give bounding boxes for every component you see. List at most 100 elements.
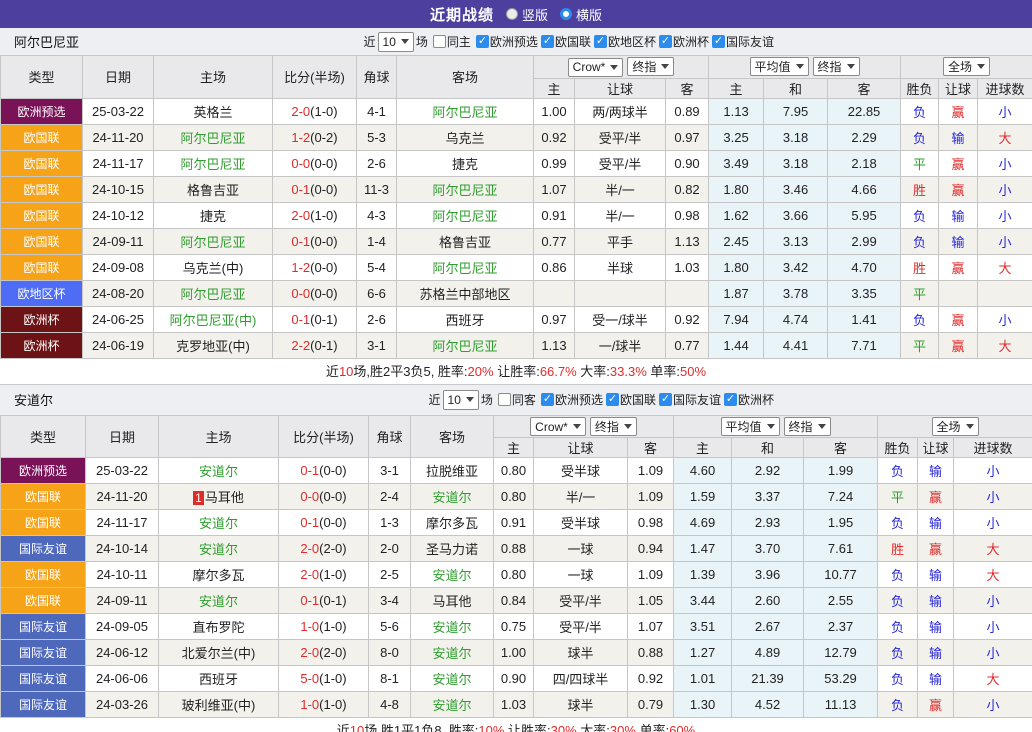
result-outcome: 负: [878, 614, 918, 640]
avg-source-select[interactable]: 平均值: [750, 57, 809, 76]
type-badge: 欧地区杯: [1, 280, 83, 306]
result-handicap: 输: [918, 510, 954, 536]
home-team-name: 玻利维亚(中): [182, 698, 256, 713]
odds-home: 1.07: [534, 176, 575, 202]
section-albania: 阿尔巴尼亚 近 10 场 同主 ✓欧洲预选✓欧国联✓欧地区杯✓欧洲杯✓国际友谊 …: [0, 28, 1032, 385]
avg-source-select[interactable]: 平均值: [721, 417, 780, 436]
result-handicap: [939, 280, 978, 306]
score: 0-0(0-0): [279, 484, 369, 510]
checkbox-checked-icon[interactable]: ✓: [606, 393, 619, 406]
checkbox-checked-icon[interactable]: ✓: [659, 393, 672, 406]
result-goals: 小: [954, 510, 1032, 536]
odds-stage-select[interactable]: 终指: [590, 417, 637, 436]
league-checkbox[interactable]: ✓欧国联: [606, 391, 656, 408]
type-badge: 国际友谊: [1, 640, 86, 666]
league-checkbox[interactable]: ✓欧洲杯: [724, 391, 774, 408]
odds-home: 0.80: [494, 484, 534, 510]
league-label[interactable]: 欧洲杯: [738, 391, 774, 408]
league-label[interactable]: 欧洲预选: [490, 33, 538, 50]
league-checkbox[interactable]: ✓国际友谊: [712, 33, 774, 50]
section-andorra: 安道尔 近 10 场 同客 ✓欧洲预选✓欧国联✓国际友谊✓欧洲杯 类型日期主场比…: [0, 385, 1032, 732]
checkbox-checked-icon[interactable]: ✓: [541, 393, 554, 406]
results-table: 类型日期主场比分(半场)角球客场Crow*终指平均值终指全场主让球客主和客胜负让…: [0, 415, 1032, 719]
avg-stage-select[interactable]: 终指: [813, 57, 860, 76]
league-checkbox[interactable]: ✓国际友谊: [659, 391, 721, 408]
odds-line: 球半: [534, 640, 628, 666]
avg-draw: 4.52: [732, 692, 804, 718]
halftime-score: (0-1): [319, 593, 346, 608]
type-badge: 欧国联: [1, 228, 83, 254]
halftime-score: (0-0): [319, 463, 346, 478]
radio-checked-icon[interactable]: [560, 8, 572, 20]
league-checkbox[interactable]: ✓欧洲杯: [659, 33, 709, 50]
corner-score: 1-4: [357, 228, 397, 254]
odds-away: 0.90: [666, 150, 709, 176]
league-label[interactable]: 欧洲预选: [555, 391, 603, 408]
league-label[interactable]: 欧国联: [620, 391, 656, 408]
layout-radio-vertical[interactable]: 竖版: [506, 5, 548, 24]
league-label[interactable]: 欧地区杯: [608, 33, 656, 50]
odds-home: 0.99: [534, 150, 575, 176]
radio-horizontal-label[interactable]: 横版: [576, 5, 602, 24]
odds-source-select[interactable]: Crow*: [568, 58, 624, 77]
corner-score: 1-3: [369, 510, 411, 536]
type-badge: 欧国联: [1, 562, 86, 588]
league-checkbox[interactable]: ✓欧洲预选: [476, 33, 538, 50]
avg-group-header: 平均值 终指: [674, 415, 878, 438]
fulltime-group-header: 全场: [901, 56, 1032, 79]
league-checkbox[interactable]: ✓欧国联: [541, 33, 591, 50]
away-team: 圣马力诺: [411, 536, 494, 562]
result-outcome: 负: [878, 666, 918, 692]
summary-segment: 10%: [478, 723, 504, 732]
avg-stage-select[interactable]: 终指: [784, 417, 831, 436]
result-outcome: 负: [901, 98, 939, 124]
radio-unchecked-icon[interactable]: [506, 8, 518, 20]
odds-stage-select[interactable]: 终指: [627, 57, 674, 76]
league-label[interactable]: 欧洲杯: [673, 33, 709, 50]
summary-segment: 让胜率:: [494, 364, 540, 379]
table-row: 欧国联24-10-15格鲁吉亚0-1(0-0)11-3阿尔巴尼亚1.07半/一0…: [1, 176, 1032, 202]
odds-line: 受平/半: [534, 588, 628, 614]
result-outcome: 负: [901, 202, 939, 228]
away-team: 阿尔巴尼亚: [397, 176, 534, 202]
odds-source-select[interactable]: Crow*: [530, 417, 586, 436]
layout-radio-horizontal[interactable]: 横版: [560, 5, 602, 24]
checkbox-checked-icon[interactable]: ✓: [712, 35, 725, 48]
same-venue-checkbox[interactable]: 同客: [498, 391, 536, 408]
near-count-select[interactable]: 10: [378, 32, 414, 52]
home-team-name: 安道尔: [199, 542, 238, 557]
away-team: 阿尔巴尼亚: [397, 98, 534, 124]
near-count-select[interactable]: 10: [443, 390, 479, 410]
avg-home: 4.69: [674, 510, 732, 536]
same-venue-checkbox[interactable]: 同主: [433, 33, 471, 50]
checkbox-checked-icon[interactable]: ✓: [541, 35, 554, 48]
checkbox-checked-icon[interactable]: ✓: [724, 393, 737, 406]
result-outcome: 负: [878, 692, 918, 718]
match-date: 24-06-06: [86, 666, 159, 692]
table-row: 欧地区杯24-08-20阿尔巴尼亚0-0(0-0)6-6苏格兰中部地区1.873…: [1, 280, 1032, 306]
league-checkbox[interactable]: ✓欧地区杯: [594, 33, 656, 50]
league-checkbox[interactable]: ✓欧洲预选: [541, 391, 603, 408]
league-label[interactable]: 欧国联: [555, 33, 591, 50]
corner-score: 6-6: [357, 280, 397, 306]
league-label[interactable]: 国际友谊: [673, 391, 721, 408]
checkbox-unchecked-icon[interactable]: [498, 393, 511, 406]
chevron-down-icon: [767, 424, 775, 429]
halftime-score: (2-0): [319, 541, 346, 556]
fulltime-score: 2-0: [300, 567, 319, 582]
league-label[interactable]: 国际友谊: [726, 33, 774, 50]
fulltime-select[interactable]: 全场: [932, 417, 979, 436]
checkbox-checked-icon[interactable]: ✓: [476, 35, 489, 48]
result-goals: 小: [978, 150, 1032, 176]
home-team: 安道尔: [159, 510, 279, 536]
away-team: 安道尔: [411, 614, 494, 640]
fulltime-select[interactable]: 全场: [943, 57, 990, 76]
radio-vertical-label[interactable]: 竖版: [522, 5, 548, 24]
checkbox-unchecked-icon[interactable]: [433, 35, 446, 48]
halftime-score: (1-0): [319, 567, 346, 582]
checkbox-checked-icon[interactable]: ✓: [594, 35, 607, 48]
home-team: 安道尔: [159, 536, 279, 562]
checkbox-checked-icon[interactable]: ✓: [659, 35, 672, 48]
avg-source-select-value: 平均值: [726, 418, 762, 435]
home-team: 格鲁吉亚: [154, 176, 273, 202]
